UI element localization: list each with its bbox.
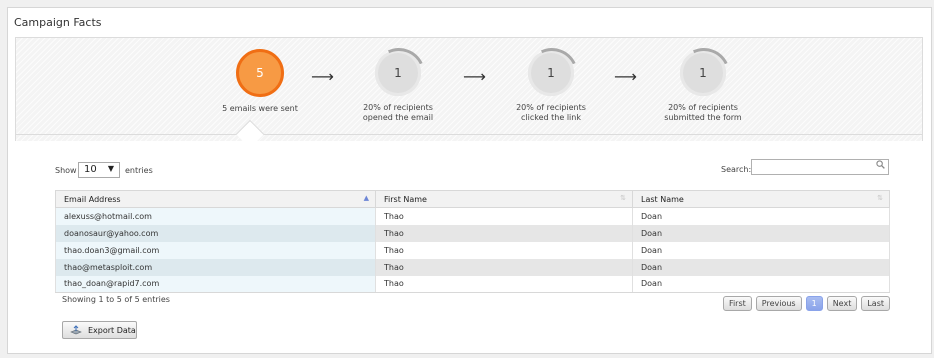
export-data-button[interactable]: Export Data [62, 321, 137, 339]
first-name-cell: Thao [375, 275, 633, 293]
caret-down-icon: ▼ [107, 164, 114, 173]
last-name-cell: Doan [632, 207, 890, 225]
table-row[interactable]: alexuss@hotmail.com Thao Doan [55, 207, 890, 225]
search-label: Search: [721, 165, 752, 174]
table-header-row: Email Address ▲ First Name ⇅ Last Name ⇅ [55, 190, 890, 208]
first-name-cell: Thao [375, 241, 633, 259]
column-header-last-name[interactable]: Last Name ⇅ [632, 190, 890, 208]
email-cell: alexuss@hotmail.com [55, 207, 376, 225]
step-label: 5 emails were sent [222, 104, 298, 113]
sort-asc-icon: ▲ [363, 194, 369, 202]
first-name-cell: Thao [375, 207, 633, 225]
sort-icon: ⇅ [620, 194, 626, 202]
last-name-cell: Doan [632, 275, 890, 293]
first-name-cell: Thao [375, 258, 633, 276]
table-controls: Show 10 ▼ entries Search: [55, 159, 889, 182]
funnel-step-clicked: 1 20% of recipients clicked the link [471, 49, 631, 123]
submitted-count-badge: 1 [680, 50, 726, 96]
table-row[interactable]: thao.doan3@gmail.com Thao Doan [55, 241, 890, 259]
table-info: Showing 1 to 5 of 5 entries [62, 295, 170, 304]
funnel-step-submitted: 1 20% of recipients submitted the form [623, 49, 783, 123]
last-name-cell: Doan [632, 241, 890, 259]
previous-page-button[interactable]: Previous [755, 296, 802, 311]
export-data-label: Export Data [88, 325, 136, 335]
table-row[interactable]: thao@metasploit.com Thao Doan [55, 258, 890, 276]
funnel-step-opened: 1 20% of recipients opened the email [318, 49, 478, 123]
table-row[interactable]: doanosaur@yahoo.com Thao Doan [55, 224, 890, 242]
step-label: 20% of recipients opened the email [362, 103, 434, 122]
search-icon [876, 160, 885, 172]
page-size-value: 10 [84, 164, 97, 175]
funnel-divider [15, 119, 923, 149]
page-1-button[interactable]: 1 [805, 296, 823, 311]
table-row[interactable]: thao_doan@rapid7.com Thao Doan [55, 275, 890, 293]
first-page-button[interactable]: First [722, 296, 752, 311]
first-name-cell: Thao [375, 224, 633, 242]
pagination: First Previous 1 Next Last [722, 296, 890, 311]
opened-count-badge: 1 [375, 50, 421, 96]
email-cell: thao_doan@rapid7.com [55, 275, 376, 293]
column-header-first-name[interactable]: First Name ⇅ [375, 190, 633, 208]
last-name-cell: Doan [632, 224, 890, 242]
email-cell: thao@metasploit.com [55, 258, 376, 276]
column-header-email[interactable]: Email Address ▲ [55, 190, 376, 208]
email-cell: doanosaur@yahoo.com [55, 224, 376, 242]
sent-count-badge: 5 [236, 49, 284, 97]
page-size-select[interactable]: 10 ▼ [78, 162, 120, 178]
last-name-cell: Doan [632, 258, 890, 276]
step-label: 20% of recipients clicked the link [516, 103, 586, 122]
next-page-button[interactable]: Next [826, 296, 858, 311]
show-label: Show [55, 166, 77, 175]
campaign-funnel: 5 5 emails were sent ⟶ 1 20% of recipien… [15, 37, 923, 141]
entries-label: entries [125, 166, 153, 175]
clicked-count-badge: 1 [528, 50, 574, 96]
last-page-button[interactable]: Last [861, 296, 890, 311]
recipients-table: Email Address ▲ First Name ⇅ Last Name ⇅ al… [55, 190, 890, 293]
step-label: 20% of recipients submitted the form [664, 103, 742, 122]
export-icon [70, 325, 82, 335]
search-input[interactable] [751, 159, 889, 175]
sort-icon: ⇅ [877, 194, 883, 202]
panel-title: Campaign Facts [14, 16, 102, 29]
email-cell: thao.doan3@gmail.com [55, 241, 376, 259]
